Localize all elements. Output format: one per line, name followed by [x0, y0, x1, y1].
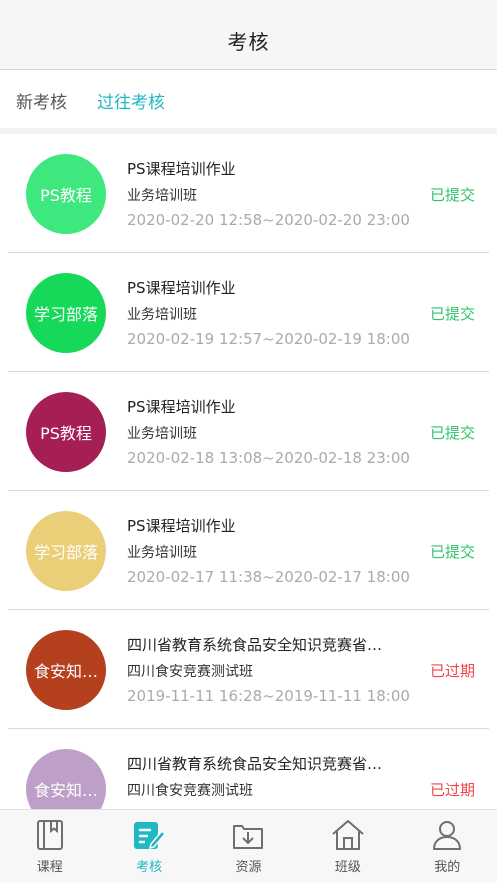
tabbar-label: 我的	[434, 860, 461, 875]
tabbar-label: 课程	[36, 860, 63, 875]
exam-title: PS课程培训作业	[127, 160, 236, 178]
tabbar-label: 资源	[235, 860, 262, 875]
course-avatar: 学习部落	[26, 273, 106, 353]
class-name: 四川食安竞赛测试班	[127, 783, 253, 799]
class-name: 业务培训班	[127, 426, 197, 442]
class-name: 业务培训班	[127, 307, 197, 323]
download-box-icon	[233, 825, 264, 849]
course-avatar: PS教程	[26, 154, 106, 234]
time-range: 2020-02-17 11:38~2020-02-17 18:00	[127, 568, 410, 586]
status-label: 已提交	[429, 186, 475, 204]
course-avatar: 食安知…	[26, 630, 106, 710]
exam-list-item[interactable]: 食安知… 四川省教育系统食品安全知识竞赛省… 四川食安竞赛测试班 已过期	[0, 729, 497, 809]
nav-bar: 考核	[0, 0, 497, 70]
tabbar-item-class[interactable]: 班级	[298, 810, 397, 883]
status-label: 已提交	[429, 543, 475, 561]
exam-title: 四川省教育系统食品安全知识竞赛省…	[127, 636, 383, 654]
time-range: 2020-02-19 12:57~2020-02-19 18:00	[127, 330, 410, 348]
class-name: 业务培训班	[127, 188, 197, 204]
course-avatar: 食安知…	[26, 749, 106, 809]
course-avatar: 学习部落	[26, 511, 106, 591]
course-avatar: PS教程	[26, 392, 106, 472]
bottom-tab-bar: 课程 考核 资源 班级 我的	[0, 809, 497, 883]
time-range: 2020-02-20 12:58~2020-02-20 23:00	[127, 211, 410, 229]
exam-title: PS课程培训作业	[127, 279, 236, 297]
exam-list-item[interactable]: PS教程 PS课程培训作业 业务培训班 2020-02-18 13:08~202…	[0, 372, 497, 491]
house-icon	[332, 820, 364, 850]
tab-past-exams[interactable]: 过往考核	[97, 88, 165, 113]
exam-edit-icon	[134, 822, 167, 850]
person-icon	[433, 821, 462, 850]
exam-list[interactable]: PS教程 PS课程培训作业 业务培训班 2020-02-20 12:58~202…	[0, 134, 497, 809]
status-label: 已过期	[429, 662, 475, 680]
book-icon	[36, 820, 63, 850]
status-label: 已提交	[429, 305, 475, 323]
tabbar-label: 班级	[334, 860, 361, 875]
exam-list-item[interactable]: 学习部落 PS课程培训作业 业务培训班 2020-02-19 12:57~202…	[0, 253, 497, 372]
tab-new-exams[interactable]: 新考核	[16, 88, 67, 113]
tabbar-item-exams[interactable]: 考核	[99, 810, 198, 883]
exam-list-item[interactable]: PS教程 PS课程培训作业 业务培训班 2020-02-20 12:58~202…	[0, 134, 497, 253]
status-label: 已提交	[429, 424, 475, 442]
status-label: 已过期	[429, 781, 475, 799]
class-name: 业务培训班	[127, 545, 197, 561]
exam-title: 四川省教育系统食品安全知识竞赛省…	[127, 755, 383, 773]
exam-list-item[interactable]: 食安知… 四川省教育系统食品安全知识竞赛省… 四川食安竞赛测试班 2019-11…	[0, 610, 497, 729]
segment-tabs: 新考核 过往考核	[0, 70, 497, 128]
tabbar-item-resources[interactable]: 资源	[199, 810, 298, 883]
time-range: 2020-02-18 13:08~2020-02-18 23:00	[127, 449, 410, 467]
exam-title: PS课程培训作业	[127, 398, 236, 416]
exam-title: PS课程培训作业	[127, 517, 236, 535]
tabbar-label: 考核	[136, 860, 163, 875]
tabbar-item-courses[interactable]: 课程	[0, 810, 99, 883]
exam-list-item[interactable]: 学习部落 PS课程培训作业 业务培训班 2020-02-17 11:38~202…	[0, 491, 497, 610]
time-range: 2019-11-11 16:28~2019-11-11 18:00	[127, 687, 410, 705]
page-title: 考核	[227, 30, 270, 54]
class-name: 四川食安竞赛测试班	[127, 664, 253, 680]
tabbar-item-profile[interactable]: 我的	[398, 810, 497, 883]
